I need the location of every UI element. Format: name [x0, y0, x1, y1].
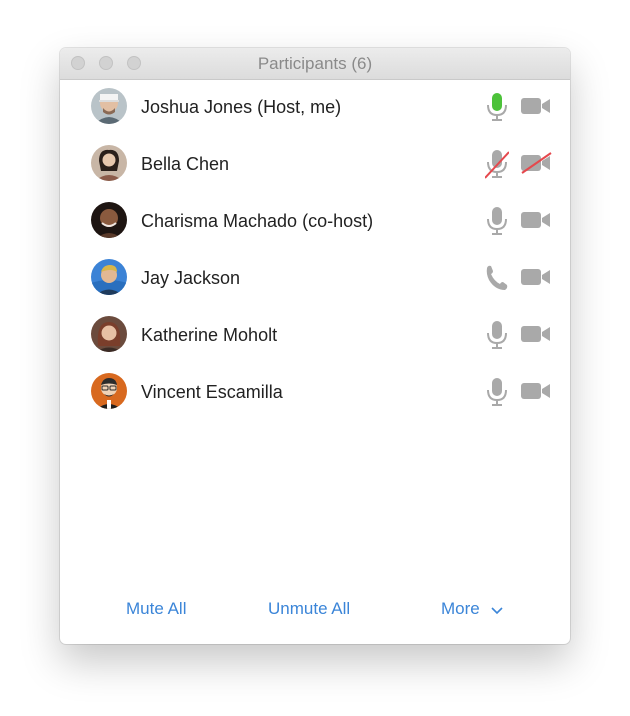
microphone-icon[interactable]: [485, 92, 509, 122]
phone-icon[interactable]: [485, 263, 509, 293]
avatar: [91, 202, 127, 238]
title-bar[interactable]: Participants (6): [60, 48, 570, 80]
avatar: [91, 259, 127, 295]
participant-row[interactable]: Vincent Escamilla: [60, 364, 570, 420]
participant-row[interactable]: Charisma Machado (co-host): [60, 193, 570, 249]
avatar: [91, 88, 127, 124]
microphone-muted-icon[interactable]: [485, 149, 509, 179]
participant-row[interactable]: Bella Chen: [60, 136, 570, 192]
video-camera-icon[interactable]: [520, 266, 552, 288]
microphone-icon[interactable]: [485, 320, 509, 350]
participants-footer: Mute All Unmute All More: [60, 588, 570, 628]
unmute-all-button[interactable]: Unmute All: [268, 599, 350, 619]
participant-name: Katherine Moholt: [141, 325, 278, 345]
avatar: [91, 316, 127, 352]
participant-name: Joshua Jones (Host, me): [141, 97, 342, 117]
more-button-label: More: [441, 599, 480, 618]
participant-name: Jay Jackson: [141, 268, 241, 288]
mute-all-button[interactable]: Mute All: [126, 599, 186, 619]
participant-name: Bella Chen: [141, 154, 230, 174]
participant-name: Vincent Escamilla: [141, 382, 283, 402]
avatar: [91, 145, 127, 181]
participant-row[interactable]: Jay Jackson: [60, 250, 570, 306]
microphone-icon[interactable]: [485, 206, 509, 236]
participant-row[interactable]: Katherine Moholt: [60, 307, 570, 363]
participant-name: Charisma Machado (co-host): [141, 211, 374, 231]
participants-window: Participants (6) Joshua Jones (Host, me): [60, 48, 570, 644]
video-camera-icon[interactable]: [520, 323, 552, 345]
video-camera-icon[interactable]: [520, 209, 552, 231]
window-title: Participants (6): [257, 54, 373, 73]
participant-row[interactable]: Joshua Jones (Host, me): [60, 79, 570, 135]
video-camera-icon[interactable]: [520, 95, 552, 117]
microphone-icon[interactable]: [485, 377, 509, 407]
video-camera-off-icon[interactable]: [520, 152, 552, 174]
more-button[interactable]: More: [441, 599, 504, 619]
avatar: [91, 373, 127, 409]
video-camera-icon[interactable]: [520, 380, 552, 402]
chevron-down-icon: [491, 606, 504, 614]
